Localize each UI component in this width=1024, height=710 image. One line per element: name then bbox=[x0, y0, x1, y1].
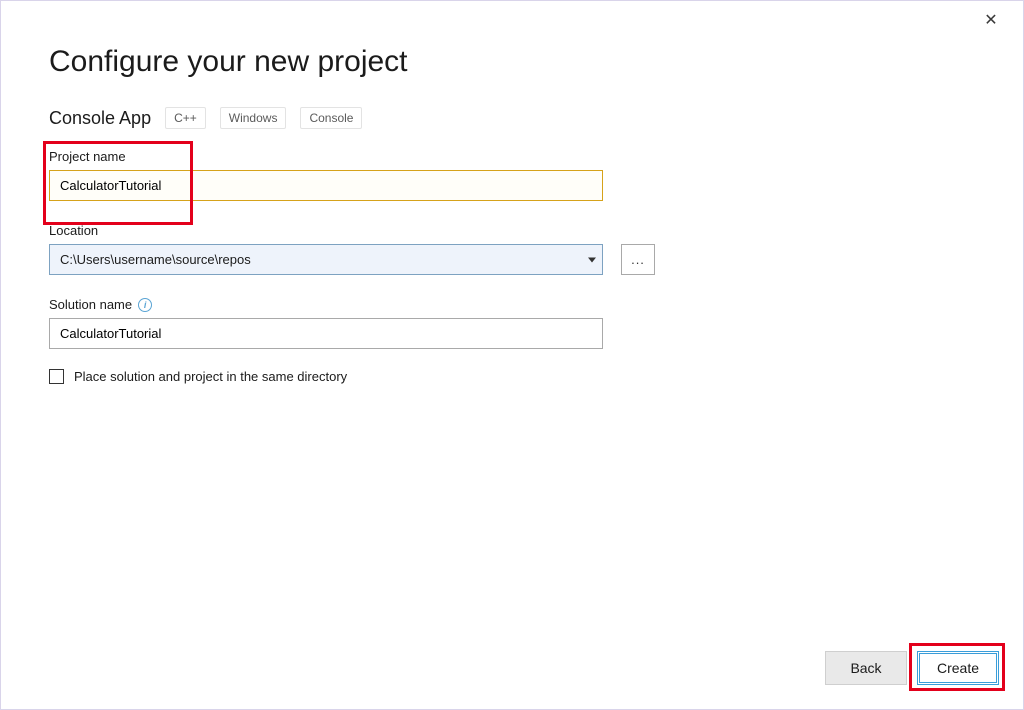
location-combobox[interactable]: C:\Users\username\source\repos bbox=[49, 244, 603, 275]
close-icon: ✕ bbox=[984, 12, 997, 29]
template-row: Console App C++ Windows Console bbox=[49, 107, 975, 129]
solution-name-group: Solution name i bbox=[49, 297, 975, 349]
create-button[interactable]: Create bbox=[917, 651, 999, 685]
solution-name-label: Solution name i bbox=[49, 297, 975, 312]
dialog-window: ✕ Configure your new project Console App… bbox=[0, 0, 1024, 710]
location-group: Location C:\Users\username\source\repos … bbox=[49, 223, 975, 275]
project-name-label: Project name bbox=[49, 149, 975, 164]
close-button[interactable]: ✕ bbox=[979, 9, 1003, 33]
ellipsis-icon: ... bbox=[631, 252, 645, 267]
template-tag: C++ bbox=[165, 107, 206, 129]
template-tag: Windows bbox=[220, 107, 287, 129]
chevron-down-icon bbox=[588, 257, 596, 262]
solution-name-label-text: Solution name bbox=[49, 297, 132, 312]
location-label: Location bbox=[49, 223, 975, 238]
location-row: C:\Users\username\source\repos ... bbox=[49, 244, 975, 275]
solution-name-input[interactable] bbox=[49, 318, 603, 349]
location-value: C:\Users\username\source\repos bbox=[60, 252, 251, 267]
page-title: Configure your new project bbox=[49, 45, 975, 79]
same-directory-checkbox[interactable] bbox=[49, 369, 64, 384]
back-button-label: Back bbox=[850, 660, 881, 676]
template-tag: Console bbox=[300, 107, 362, 129]
back-button[interactable]: Back bbox=[825, 651, 907, 685]
info-icon[interactable]: i bbox=[138, 298, 152, 312]
dialog-footer: Back Create bbox=[825, 651, 999, 685]
browse-button[interactable]: ... bbox=[621, 244, 655, 275]
dialog-content: Configure your new project Console App C… bbox=[1, 1, 1023, 384]
template-name: Console App bbox=[49, 108, 151, 129]
same-directory-row: Place solution and project in the same d… bbox=[49, 369, 975, 384]
same-directory-label: Place solution and project in the same d… bbox=[74, 369, 347, 384]
project-name-group: Project name bbox=[49, 149, 975, 201]
project-name-input[interactable] bbox=[49, 170, 603, 201]
create-button-label: Create bbox=[937, 660, 979, 676]
